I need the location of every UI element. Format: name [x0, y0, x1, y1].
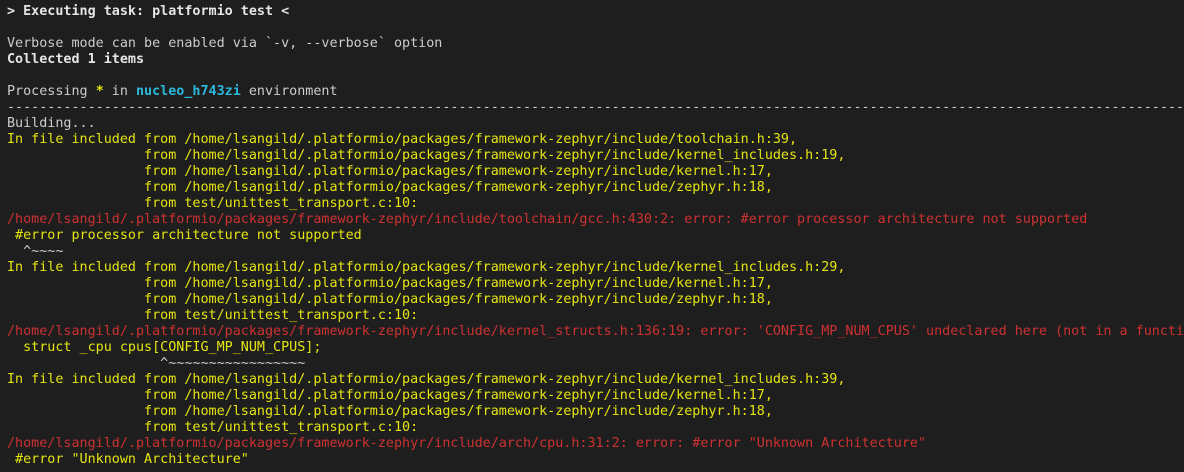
include-line: from test/unittest_transport.c:10: — [7, 196, 419, 211]
error-line: /home/lsangild/.platformio/packages/fram… — [7, 212, 1088, 227]
include-line: from /home/lsangild/.platformio/packages… — [7, 180, 773, 195]
include-line: In file included from /home/lsangild/.pl… — [7, 260, 846, 275]
processing-star: * — [95, 84, 104, 99]
processing-middle: in — [103, 84, 136, 99]
task-line: > Executing task: platformio test < — [7, 4, 290, 19]
source-line: #error processor architecture not suppor… — [7, 228, 362, 243]
caret-line: ^~~~~ — [7, 244, 64, 259]
collected-line: Collected 1 items — [7, 52, 145, 67]
include-line: In file included from /home/lsangild/.pl… — [7, 132, 798, 147]
source-line: #error "Unknown Architecture" — [7, 452, 249, 467]
include-line: from /home/lsangild/.platformio/packages… — [7, 404, 773, 419]
verbose-line: Verbose mode can be enabled via `-v, --v… — [7, 36, 443, 51]
error-line: /home/lsangild/.platformio/packages/fram… — [7, 436, 927, 451]
include-line: from /home/lsangild/.platformio/packages… — [7, 164, 773, 179]
include-line: In file included from /home/lsangild/.pl… — [7, 372, 846, 387]
source-line: struct _cpu cpus[CONFIG_MP_NUM_CPUS]; — [7, 340, 322, 355]
include-line: from /home/lsangild/.platformio/packages… — [7, 388, 773, 403]
error-line: /home/lsangild/.platformio/packages/fram… — [7, 324, 1184, 339]
processing-prefix: Processing — [7, 84, 96, 99]
include-line: from /home/lsangild/.platformio/packages… — [7, 276, 773, 291]
building-line: Building... — [7, 116, 96, 131]
environment-name: nucleo_h743zi — [136, 84, 241, 99]
terminal-output[interactable]: > Executing task: platformio test < Verb… — [0, 0, 1184, 472]
caret-line: ^~~~~~~~~~~~~~~~~~ — [7, 356, 306, 371]
separator-line: ----------------------------------------… — [7, 100, 1184, 115]
processing-line: Processing * in nucleo_h743zi environmen… — [7, 84, 1184, 100]
processing-suffix: environment — [240, 84, 338, 99]
include-line: from /home/lsangild/.platformio/packages… — [7, 292, 773, 307]
include-line: from test/unittest_transport.c:10: — [7, 308, 419, 323]
include-line: from /home/lsangild/.platformio/packages… — [7, 148, 846, 163]
include-line: from test/unittest_transport.c:10: — [7, 420, 419, 435]
